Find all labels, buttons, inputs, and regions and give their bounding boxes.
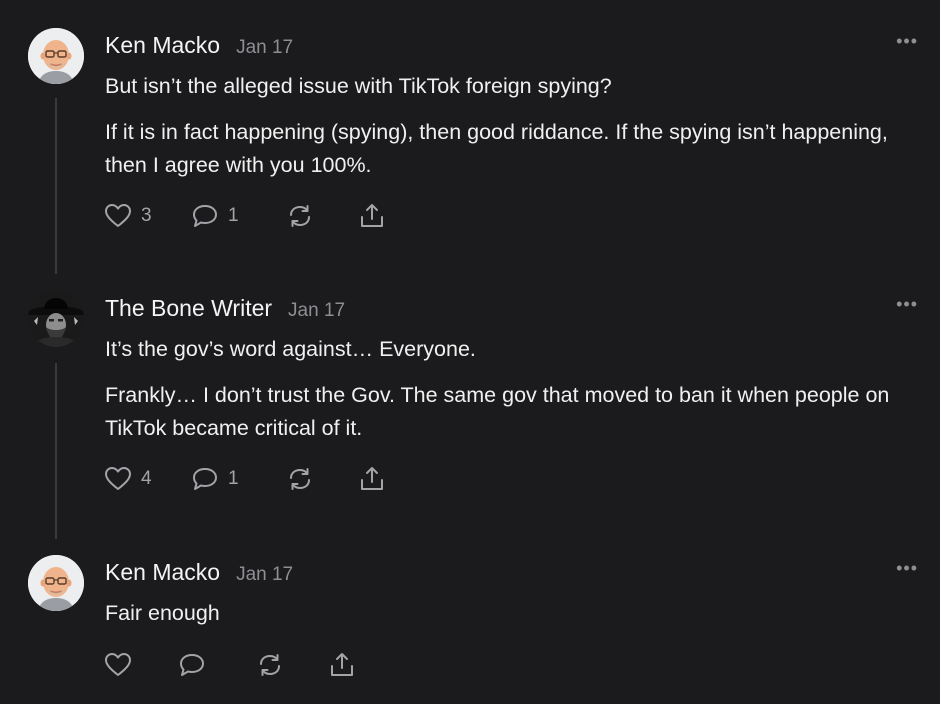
- comment-paragraph: It’s the gov’s word against… Everyone.: [105, 337, 476, 361]
- reply-count: 1: [228, 205, 239, 226]
- comment-actions: 3 1: [104, 202, 386, 230]
- reply-button[interactable]: 1: [191, 203, 286, 229]
- comment-body: But isn’t the alleged issue with TikTok …: [105, 70, 905, 195]
- share-icon: [331, 653, 353, 676]
- comment-paragraph: But isn’t the alleged issue with TikTok …: [105, 74, 612, 98]
- share-button[interactable]: [328, 651, 356, 679]
- reply-count: 1: [228, 468, 239, 489]
- comment-header: The Bone Writer Jan 17: [105, 295, 345, 322]
- like-count: 4: [141, 468, 152, 489]
- like-count: 3: [141, 205, 152, 226]
- share-icon: [361, 467, 383, 490]
- comment-date[interactable]: Jan 17: [236, 564, 293, 586]
- avatar[interactable]: [28, 291, 84, 347]
- share-button[interactable]: [358, 202, 386, 230]
- heart-icon: [105, 204, 131, 227]
- heart-icon: [105, 653, 131, 676]
- comment-body: It’s the gov’s word against… Everyone. F…: [105, 333, 905, 458]
- comment-paragraph: Frankly… I don’t trust the Gov. The same…: [105, 383, 890, 440]
- reply-button[interactable]: [178, 652, 256, 678]
- author-name[interactable]: Ken Macko: [105, 32, 220, 59]
- reply-button[interactable]: 1: [191, 466, 286, 492]
- author-name[interactable]: Ken Macko: [105, 559, 220, 586]
- comment-actions: [104, 651, 356, 679]
- comment-body: Fair enough: [105, 597, 905, 643]
- author-name[interactable]: The Bone Writer: [105, 295, 272, 322]
- thread-line: [55, 363, 57, 539]
- comment-paragraph: Fair enough: [105, 601, 220, 625]
- like-button[interactable]: 4: [104, 466, 191, 492]
- heart-icon: [105, 467, 131, 490]
- restack-icon: [290, 205, 310, 227]
- more-options-button[interactable]: •••: [896, 559, 918, 577]
- comment-date[interactable]: Jan 17: [236, 37, 293, 59]
- like-button[interactable]: 3: [104, 203, 191, 229]
- restack-icon: [290, 468, 310, 490]
- more-options-button[interactable]: •••: [896, 32, 918, 50]
- restack-button[interactable]: [286, 466, 358, 492]
- share-icon: [361, 204, 383, 227]
- speech-bubble-icon: [193, 468, 217, 490]
- speech-bubble-icon: [193, 205, 217, 227]
- comment-paragraph: If it is in fact happening (spying), the…: [105, 120, 888, 177]
- avatar-hat-figure-icon: [28, 291, 84, 347]
- comment-header: Ken Macko Jan 17: [105, 559, 293, 586]
- restack-button[interactable]: [256, 652, 328, 678]
- avatar[interactable]: [28, 28, 84, 84]
- thread-line: [55, 98, 57, 274]
- comment-actions: 4 1: [104, 465, 386, 493]
- avatar-bald-man-icon: [28, 28, 84, 84]
- share-button[interactable]: [358, 465, 386, 493]
- restack-icon: [260, 654, 280, 676]
- comment-header: Ken Macko Jan 17: [105, 32, 293, 59]
- more-options-button[interactable]: •••: [896, 295, 918, 313]
- avatar[interactable]: [28, 555, 84, 611]
- avatar-bald-man-icon: [28, 555, 84, 611]
- comment-thread: Ken Macko Jan 17 ••• But isn’t the alleg…: [0, 0, 940, 704]
- restack-button[interactable]: [286, 203, 358, 229]
- speech-bubble-icon: [180, 654, 204, 676]
- like-button[interactable]: [104, 652, 178, 678]
- comment-date[interactable]: Jan 17: [288, 300, 345, 322]
